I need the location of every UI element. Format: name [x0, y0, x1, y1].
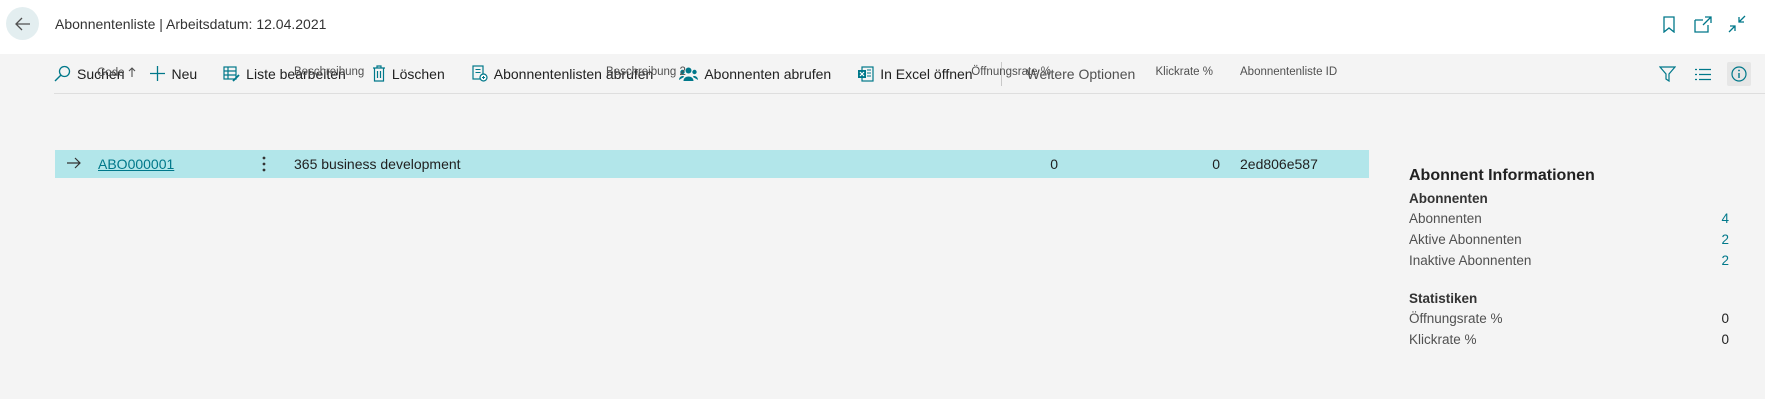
- sort-ascending-icon: [128, 67, 136, 77]
- factbox-inactive-subscribers[interactable]: Inaktive Abonnenten 2: [1409, 253, 1729, 273]
- factbox-active-value[interactable]: 2: [1721, 232, 1729, 247]
- factbox-open-rate: Öffnungsrate % 0: [1409, 311, 1729, 331]
- factbox-inactive-value[interactable]: 2: [1721, 253, 1729, 268]
- page-title: Abonnentenliste | Arbeitsdatum: 12.04.20…: [55, 16, 327, 32]
- grid-header: Code Beschreibung Beschreibung 2 Öffnung…: [55, 66, 1369, 88]
- factbox-group-subscribers: Abonnenten: [1409, 191, 1488, 206]
- factbox-open-rate-value: 0: [1721, 311, 1729, 326]
- row-selected-arrow-icon: [67, 157, 81, 169]
- column-header-description2[interactable]: Beschreibung 2: [606, 66, 686, 78]
- table-row[interactable]: ABO000001 365 business development 0 0 2…: [55, 150, 1369, 178]
- factbox-subscribers-label: Abonnenten: [1409, 211, 1482, 226]
- factbox-active-subscribers[interactable]: Aktive Abonnenten 2: [1409, 232, 1729, 252]
- row-description: 365 business development: [294, 156, 461, 172]
- collapse-icon: [1728, 15, 1746, 33]
- factbox-toggle-button[interactable]: [1727, 62, 1751, 86]
- bookmark-button[interactable]: [1659, 14, 1679, 34]
- collapse-button[interactable]: [1727, 14, 1747, 34]
- factbox-subscriber-info: Abonnent Informationen Abonnenten Abonne…: [1409, 54, 1729, 399]
- back-button[interactable]: [6, 7, 39, 40]
- header-actions: [1659, 14, 1747, 34]
- row-code-link[interactable]: ABO000001: [98, 156, 174, 172]
- column-header-code[interactable]: Code: [97, 66, 136, 79]
- column-header-code-label: Code: [97, 67, 125, 79]
- factbox-open-rate-label: Öffnungsrate %: [1409, 311, 1503, 326]
- column-header-click-rate[interactable]: Klickrate %: [1155, 66, 1213, 78]
- page-header: Abonnentenliste | Arbeitsdatum: 12.04.20…: [0, 0, 1765, 54]
- row-click-rate: 0: [1212, 156, 1220, 172]
- row-open-rate: 0: [1050, 156, 1058, 172]
- column-header-open-rate[interactable]: Öffnungsrate %: [971, 66, 1051, 78]
- factbox-title: Abonnent Informationen: [1409, 167, 1595, 184]
- subscriber-list-grid: Code Beschreibung Beschreibung 2 Öffnung…: [55, 66, 1369, 88]
- factbox-active-label: Aktive Abonnenten: [1409, 232, 1522, 247]
- factbox-click-rate-label: Klickrate %: [1409, 332, 1477, 347]
- bookmark-icon: [1663, 15, 1675, 33]
- info-icon: [1731, 66, 1747, 82]
- open-new-window-icon: [1694, 15, 1712, 33]
- factbox-group-statistics: Statistiken: [1409, 291, 1478, 306]
- row-menu-icon[interactable]: [262, 156, 266, 172]
- factbox-inactive-label: Inaktive Abonnenten: [1409, 253, 1532, 268]
- column-header-list-id[interactable]: Abonnentenliste ID: [1240, 66, 1337, 78]
- factbox-subscribers[interactable]: Abonnenten 4: [1409, 211, 1729, 231]
- factbox-click-rate: Klickrate % 0: [1409, 332, 1729, 352]
- row-list-id: 2ed806e587: [1240, 156, 1318, 172]
- factbox-subscribers-value[interactable]: 4: [1721, 211, 1729, 226]
- open-new-window-button[interactable]: [1693, 14, 1713, 34]
- arrow-left-icon: [14, 17, 30, 30]
- column-header-description[interactable]: Beschreibung: [294, 66, 364, 78]
- factbox-click-rate-value: 0: [1721, 332, 1729, 347]
